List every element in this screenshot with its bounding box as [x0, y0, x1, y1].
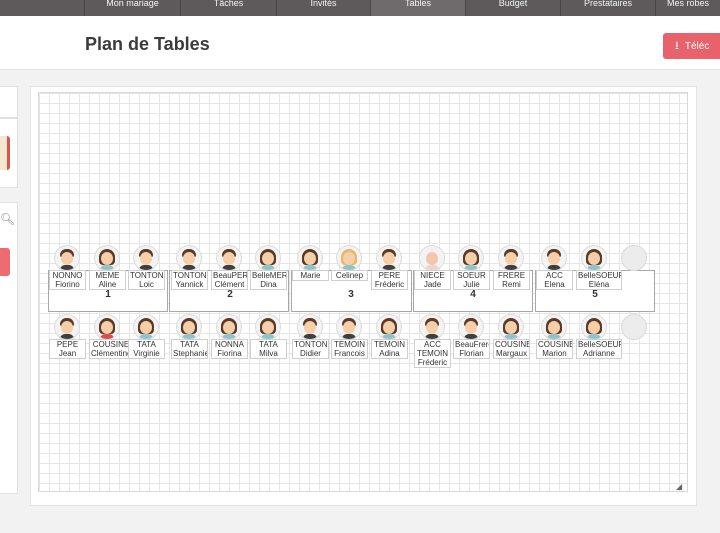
table-number: 2 [227, 289, 233, 300]
table-number: 4 [470, 289, 476, 300]
guest-label: COUSINE Clémentine [89, 339, 133, 359]
table-number: 3 [348, 289, 354, 300]
guest-avatar [255, 245, 281, 271]
guest-avatar [176, 314, 202, 340]
guest-avatar [541, 314, 567, 340]
guest-avatar [94, 245, 120, 271]
guest-label: NONNO Fiorino [49, 270, 86, 290]
guest-avatar [541, 245, 567, 271]
tab-prestataires[interactable]: Prestataires [560, 0, 655, 16]
guest-label: BelleMEREDina [250, 270, 287, 290]
guest-label: TONTON Didier [292, 339, 329, 359]
guest-label: TATA Virginie [128, 339, 165, 359]
guest-avatar [133, 245, 159, 271]
guest-avatar [297, 314, 323, 340]
guest-avatar [336, 314, 362, 340]
tab-invites[interactable]: Invités [276, 0, 370, 16]
guest-avatar [458, 314, 484, 340]
empty-seat[interactable] [621, 314, 647, 340]
guest-label: Celinep [331, 270, 368, 281]
guest-label: BeauPEREClément [211, 270, 248, 290]
guest-label: TEMOIN Francois [331, 339, 368, 359]
guest-avatar [458, 245, 484, 271]
guest-label: SOEUR Julie [453, 270, 490, 290]
guest-label: PEPE Jean [49, 339, 86, 359]
guest-avatar [376, 245, 402, 271]
tab-tables[interactable]: Tables [370, 0, 465, 16]
guest-label: FRERE Remi [493, 270, 530, 290]
tab-budget[interactable]: Budget [465, 0, 560, 16]
guest-avatar [498, 245, 524, 271]
empty-seat[interactable] [621, 245, 647, 271]
guest-avatar [419, 314, 445, 340]
guest-avatar [216, 245, 242, 271]
guest-label: TATA Stephanie [171, 339, 208, 359]
guest-label: TONTON Loic [128, 270, 165, 290]
guest-label: NONNA Fiorina [211, 339, 248, 359]
download-button[interactable]: ⭳ Téléc [663, 33, 720, 59]
guest-avatar [54, 245, 80, 271]
guest-avatar [133, 314, 159, 340]
guest-avatar [581, 314, 607, 340]
table-number: 5 [592, 289, 598, 300]
guest-avatar [54, 314, 80, 340]
guest-label: TATA Milva [250, 339, 287, 359]
guest-avatar [498, 314, 524, 340]
download-label: Téléc [684, 41, 710, 52]
sidebar-section-top [0, 86, 18, 118]
tab-mes-robes[interactable]: Mes robes [655, 0, 720, 16]
resize-handle-icon[interactable]: ◢ [676, 482, 682, 491]
guest-label: Marie [292, 270, 329, 281]
sidebar-section-guests [0, 202, 18, 494]
guest-avatar [376, 314, 402, 340]
search-icon[interactable]: 🔍︎ [0, 212, 15, 226]
guest-label: TEMOIN Adina [371, 339, 408, 359]
guest-label: MEME Aline [89, 270, 126, 290]
guest-label: ACC Elena [536, 270, 573, 290]
download-icon: ⭳ [675, 40, 679, 52]
guest-label: TONTON Yannick [171, 270, 208, 290]
page-title: Plan de Tables [85, 34, 210, 54]
table-number: 1 [105, 289, 111, 300]
guest-avatar [297, 245, 323, 271]
guest-label: PERE Fréderic [371, 270, 408, 290]
guest-label: BelleSOEUR Adrianne [576, 339, 622, 359]
tab-mon-mariage[interactable]: Mon mariage [84, 0, 180, 16]
guest-label: COUSINE Marion [536, 339, 573, 359]
guest-label: ACC TEMOIN Fréderic [414, 339, 451, 368]
guest-avatar [255, 314, 281, 340]
guest-label: BelleSOEUR Eléna [576, 270, 622, 290]
guest-avatar [419, 245, 445, 271]
guest-label: NIECE Jade [414, 270, 451, 290]
guest-label: BeauFrere Florian [453, 339, 490, 359]
guest-avatar [94, 314, 120, 340]
add-button[interactable] [0, 248, 10, 276]
table-shape-icon[interactable] [0, 136, 10, 170]
guest-avatar [581, 245, 607, 271]
guest-avatar [176, 245, 202, 271]
guest-avatar [216, 314, 242, 340]
tab-taches[interactable]: Tâches [180, 0, 276, 16]
guest-avatar [336, 245, 362, 271]
guest-label: COUSINE Margaux [493, 339, 530, 359]
top-navigation: Mon mariage Tâches Invités Tables Budget… [0, 0, 720, 16]
